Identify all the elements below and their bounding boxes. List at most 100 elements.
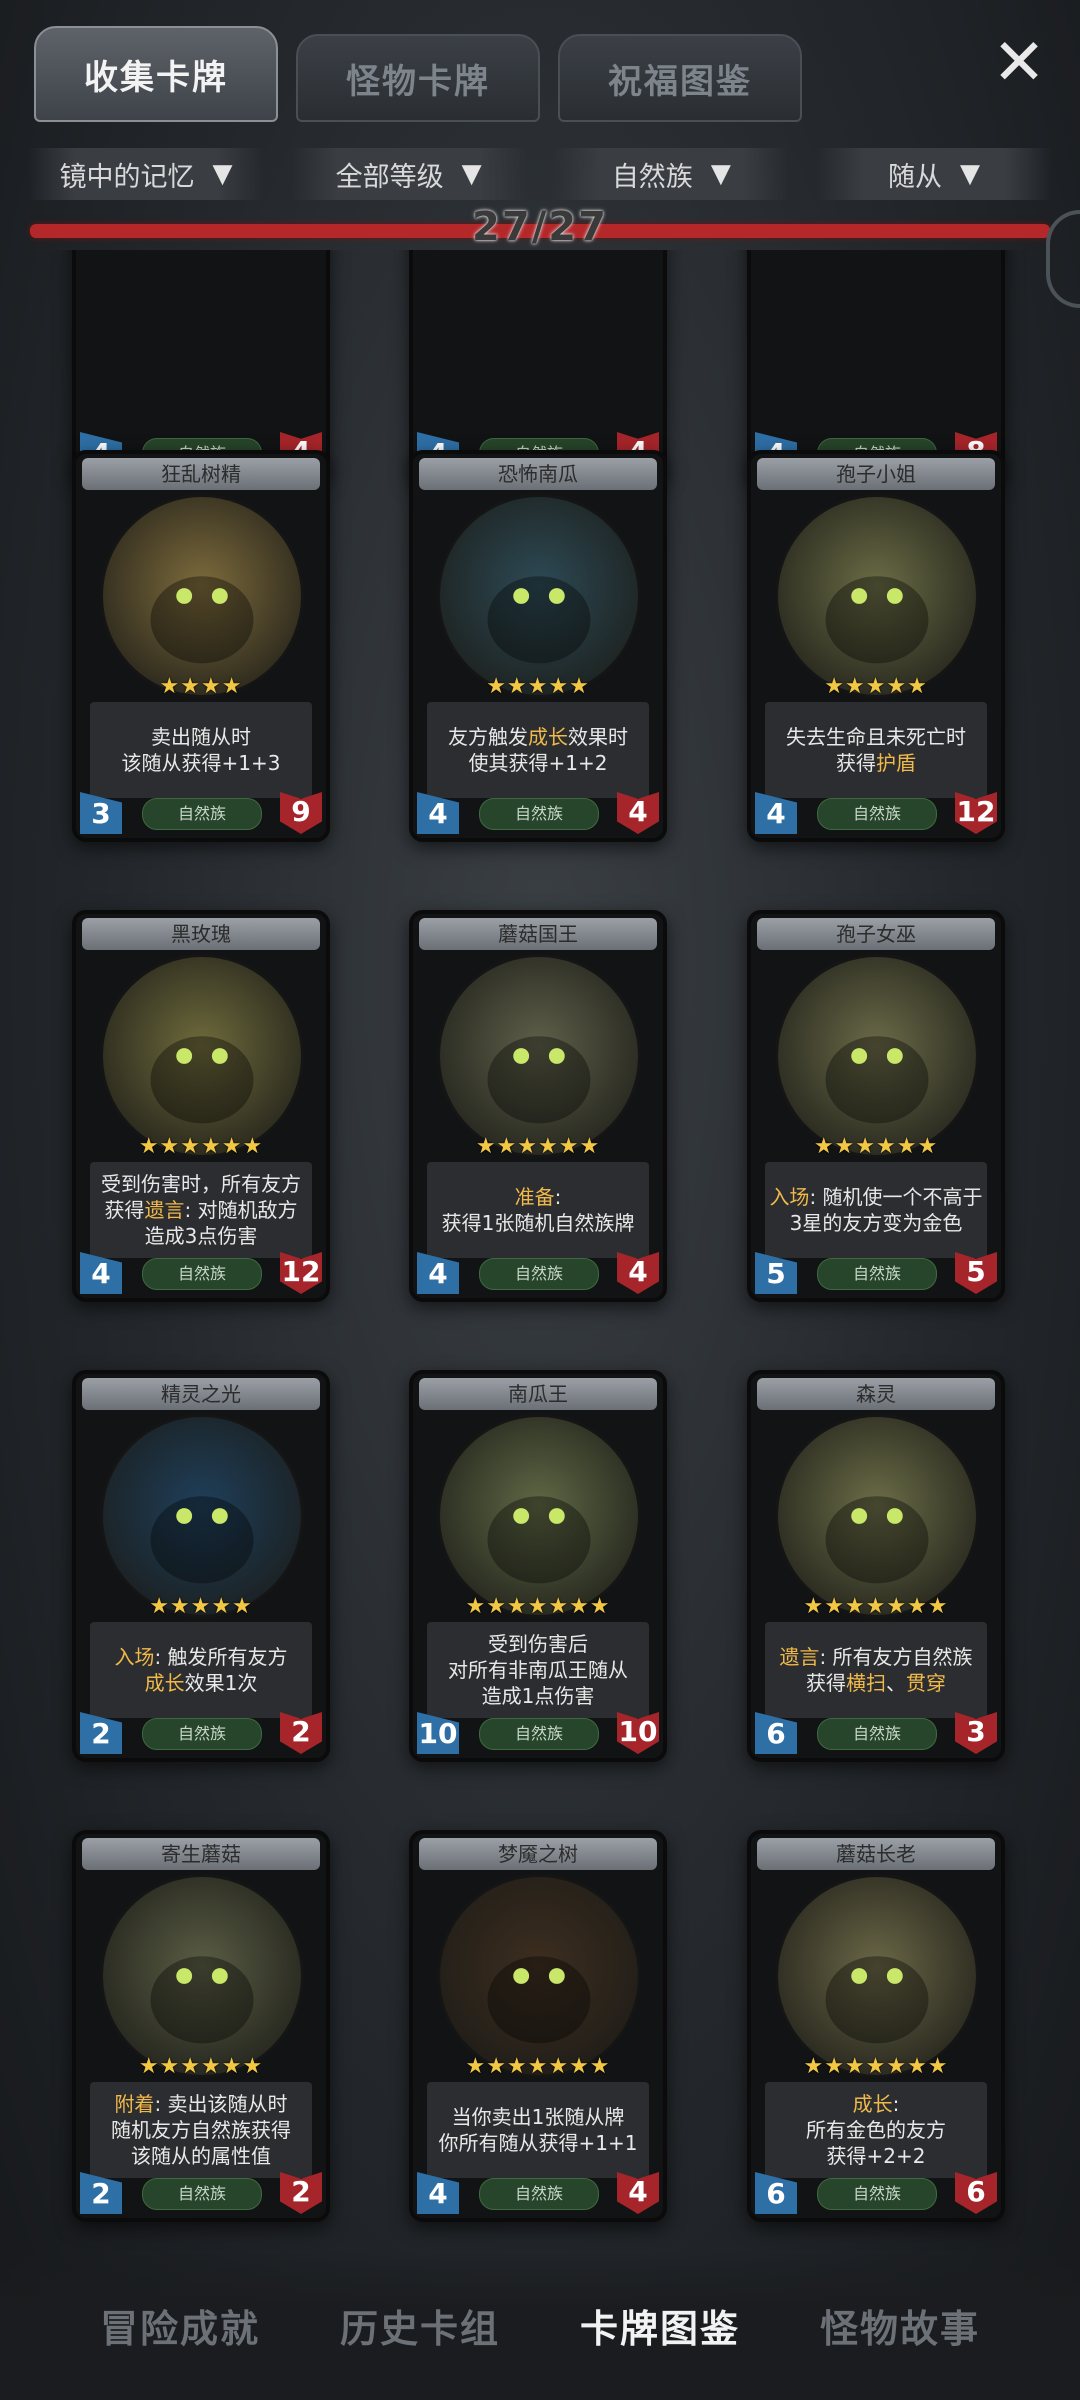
minion-card[interactable]: 寄生蘑菇 ★★★★★★ 附着: 卖出该随从时 随机友方自然族获得 该随从的属性值 2 自然族…: [72, 1830, 330, 2222]
minion-card[interactable]: 入场: 每有1个金色的友方，获得+4+44自然族4: [409, 250, 667, 482]
filter-bar: 镜中的记忆 ▼ 全部等级 ▼ 自然族 ▼ 随从 ▼: [28, 148, 1052, 200]
description-text: 效果1次: [184, 1671, 258, 1695]
description-text: 当你卖出1张随从牌: [451, 2105, 625, 2129]
creature-art-icon: [825, 1496, 929, 1584]
description-text: 获得: [104, 1198, 145, 1222]
card-description: 受到伤害后 对所有非南瓜王随从 造成1点伤害: [427, 1622, 649, 1718]
chevron-down-icon: ▼: [959, 159, 980, 189]
minion-card[interactable]: 狂乱树精 ★★★★ 卖出随从时 该随从获得+1+3 3 自然族 9: [72, 450, 330, 842]
tribe-badge: 自然族: [479, 1258, 599, 1290]
progress-count: 27/27: [472, 204, 608, 250]
star-rating: ★★★★★★: [138, 1134, 264, 1159]
description-text: 你所有随从获得+1+1: [438, 2131, 638, 2155]
description-line: 对所有非南瓜王随从: [448, 1657, 628, 1683]
description-text: 、: [886, 1671, 906, 1695]
tribe-badge: 自然族: [817, 1258, 937, 1290]
star-rating: ★★★★★: [149, 1594, 253, 1619]
description-text: 效果时: [568, 725, 628, 749]
star-rating: ★★★★★★: [475, 1134, 601, 1159]
tab-monster-cards[interactable]: 怪物卡牌: [296, 34, 540, 122]
card-portrait: [100, 954, 304, 1158]
description-text: 获得: [836, 751, 876, 775]
minion-card[interactable]: 森灵 ★★★★★★★ 遗言: 所有友方自然族 获得横扫、贯穿 6 自然族 3: [747, 1370, 1005, 1762]
description-text: 所有金色的友方: [806, 2118, 946, 2142]
description-line: 使其获得+1+2: [469, 750, 608, 776]
minion-card[interactable]: 孢子小姐 ★★★★★ 失去生命且未死亡时 获得护盾 4 自然族 12: [747, 450, 1005, 842]
description-line: 受到伤害后: [488, 1631, 588, 1657]
tribe-badge: 自然族: [817, 1718, 937, 1750]
creature-art-icon: [150, 1036, 254, 1124]
minion-card[interactable]: 当你刷新商店时该随从获得+1+14自然族4: [72, 250, 330, 482]
description-line: 获得横扫、贯穿: [806, 1670, 946, 1696]
filter-type[interactable]: 随从 ▼: [815, 148, 1052, 200]
description-line: 获得+2+2: [827, 2143, 926, 2169]
keyword: 成长: [528, 725, 568, 749]
description-line: 成长:: [853, 2091, 900, 2117]
card-portrait: [775, 954, 979, 1158]
keyword: 遗言: [779, 1645, 820, 1669]
star-rating: ★★★★★: [824, 674, 928, 699]
nav-history-decks[interactable]: 历史卡组: [340, 2298, 500, 2353]
star-rating: ★★★★★★: [813, 1134, 939, 1159]
nav-card-codex[interactable]: 卡牌图鉴: [580, 2298, 740, 2353]
card-name: 狂乱树精: [82, 458, 320, 490]
minion-card[interactable]: 蘑菇长老 ★★★★★★★ 成长: 所有金色的友方 获得+2+2 6 自然族 6: [747, 1830, 1005, 2222]
card-portrait: [437, 494, 641, 698]
creature-art-icon: [487, 1956, 591, 2044]
card-name: 梦魇之树: [419, 1838, 657, 1870]
nav-adventure-achievements[interactable]: 冒险成就: [100, 2298, 260, 2353]
card-name: 森灵: [757, 1378, 995, 1410]
description-line: 卖出随从时: [151, 724, 251, 750]
description-text: : 卖出该随从时: [154, 2092, 288, 2116]
tribe-badge: 自然族: [479, 1718, 599, 1750]
filter-level[interactable]: 全部等级 ▼: [290, 148, 527, 200]
description-line: 入场: 随机使一个不高于: [769, 1184, 982, 1210]
tribe-badge: 自然族: [479, 798, 599, 830]
card-portrait: [775, 494, 979, 698]
filter-tribe[interactable]: 自然族 ▼: [553, 148, 790, 200]
chevron-down-icon: ▼: [461, 159, 482, 189]
tribe-badge: 自然族: [817, 798, 937, 830]
description-text: : 触发所有友方: [154, 1645, 288, 1669]
tribe-badge: 自然族: [142, 2178, 262, 2210]
star-rating: ★★★★★★★: [803, 2054, 949, 2079]
card-description: 受到伤害时，所有友方 获得遗言: 对随机敌方 造成3点伤害: [90, 1162, 312, 1258]
minion-card[interactable]: 孢子女巫 ★★★★★★ 入场: 随机使一个不高于 3星的友方变为金色 5 自然族 5: [747, 910, 1005, 1302]
creature-art-icon: [487, 576, 591, 664]
minion-card[interactable]: 准备: 移除这张牌获得3张随机入场牌4自然族8: [747, 250, 1005, 482]
description-text: 获得: [806, 1671, 846, 1695]
keyword: 贯穿: [906, 1671, 946, 1695]
keyword: 入场: [769, 1185, 810, 1209]
card-description: 入场: 随机使一个不高于 3星的友方变为金色: [765, 1162, 987, 1258]
description-line: 获得1张随机自然族牌: [442, 1210, 635, 1236]
description-text: 随机友方自然族获得: [111, 2118, 291, 2142]
minion-card[interactable]: 梦魇之树 ★★★★★★★ 当你卖出1张随从牌 你所有随从获得+1+1 4 自然族 4: [409, 1830, 667, 2222]
card-grid[interactable]: 当你刷新商店时该随从获得+1+14自然族4 入场: 每有1个金色的友方，获得+4+…: [0, 250, 1080, 2250]
minion-card[interactable]: 蘑菇国王 ★★★★★★ 准备: 获得1张随机自然族牌 4 自然族 4: [409, 910, 667, 1302]
card-portrait: [100, 1874, 304, 2078]
star-rating: ★★★★★★: [138, 2054, 264, 2079]
minion-card[interactable]: 黑玫瑰 ★★★★★★ 受到伤害时，所有友方 获得遗言: 对随机敌方 造成3点伤害 4 自然族…: [72, 910, 330, 1302]
tab-blessing-codex[interactable]: 祝福图鉴: [558, 34, 802, 122]
description-line: 受到伤害时，所有友方: [101, 1171, 301, 1197]
card-description: 入场: 触发所有友方 成长效果1次: [90, 1622, 312, 1718]
tribe-badge: 自然族: [142, 798, 262, 830]
description-text: 该随从的属性值: [131, 2144, 271, 2168]
description-line: 准备:: [515, 1184, 562, 1210]
description-line: 友方触发成长效果时: [448, 724, 628, 750]
keyword: 成长: [852, 2092, 893, 2116]
tab-collect-cards[interactable]: 收集卡牌: [34, 26, 278, 122]
description-line: 成长效果1次: [145, 1670, 258, 1696]
close-x-icon[interactable]: ✕: [984, 28, 1054, 98]
minion-card[interactable]: 恐怖南瓜 ★★★★★ 友方触发成长效果时 使其获得+1+2 4 自然族 4: [409, 450, 667, 842]
nav-monster-stories[interactable]: 怪物故事: [820, 2298, 980, 2353]
card-description: 失去生命且未死亡时 获得护盾: [765, 702, 987, 798]
description-line: 你所有随从获得+1+1: [439, 2130, 638, 2156]
card-name: 黑玫瑰: [82, 918, 320, 950]
minion-card[interactable]: 南瓜王 ★★★★★★★ 受到伤害后 对所有非南瓜王随从 造成1点伤害 10 自然族 10: [409, 1370, 667, 1762]
minion-card[interactable]: 精灵之光 ★★★★★ 入场: 触发所有友方 成长效果1次 2 自然族 2: [72, 1370, 330, 1762]
keyword: 成长: [144, 1671, 185, 1695]
description-text: : 所有友方自然族: [819, 1645, 973, 1669]
description-line: 获得遗言: 对随机敌方: [104, 1197, 297, 1223]
filter-expansion[interactable]: 镜中的记忆 ▼: [28, 148, 264, 200]
